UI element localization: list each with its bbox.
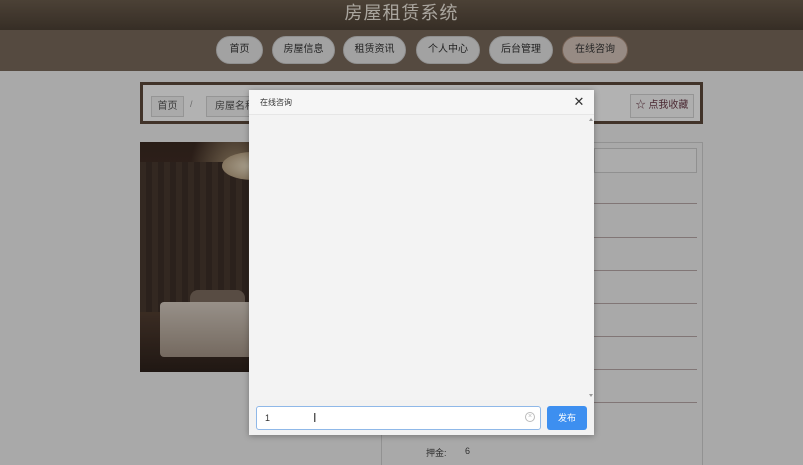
send-button[interactable]: 发布 bbox=[547, 406, 587, 430]
online-consult-dialog: 在线咨询 ✕ I × 发布 bbox=[249, 90, 594, 435]
dialog-header: 在线咨询 ✕ bbox=[249, 90, 594, 115]
dialog-title: 在线咨询 bbox=[260, 98, 292, 107]
text-cursor-icon: I bbox=[313, 411, 317, 425]
clear-input-icon[interactable]: × bbox=[525, 412, 535, 422]
close-icon[interactable]: ✕ bbox=[572, 94, 586, 110]
scroll-down-arrow-icon[interactable] bbox=[589, 394, 593, 397]
chat-message-area[interactable] bbox=[249, 115, 594, 400]
message-input[interactable] bbox=[256, 406, 541, 430]
chat-scrollbar[interactable] bbox=[588, 115, 594, 400]
scroll-up-arrow-icon[interactable] bbox=[589, 118, 593, 121]
